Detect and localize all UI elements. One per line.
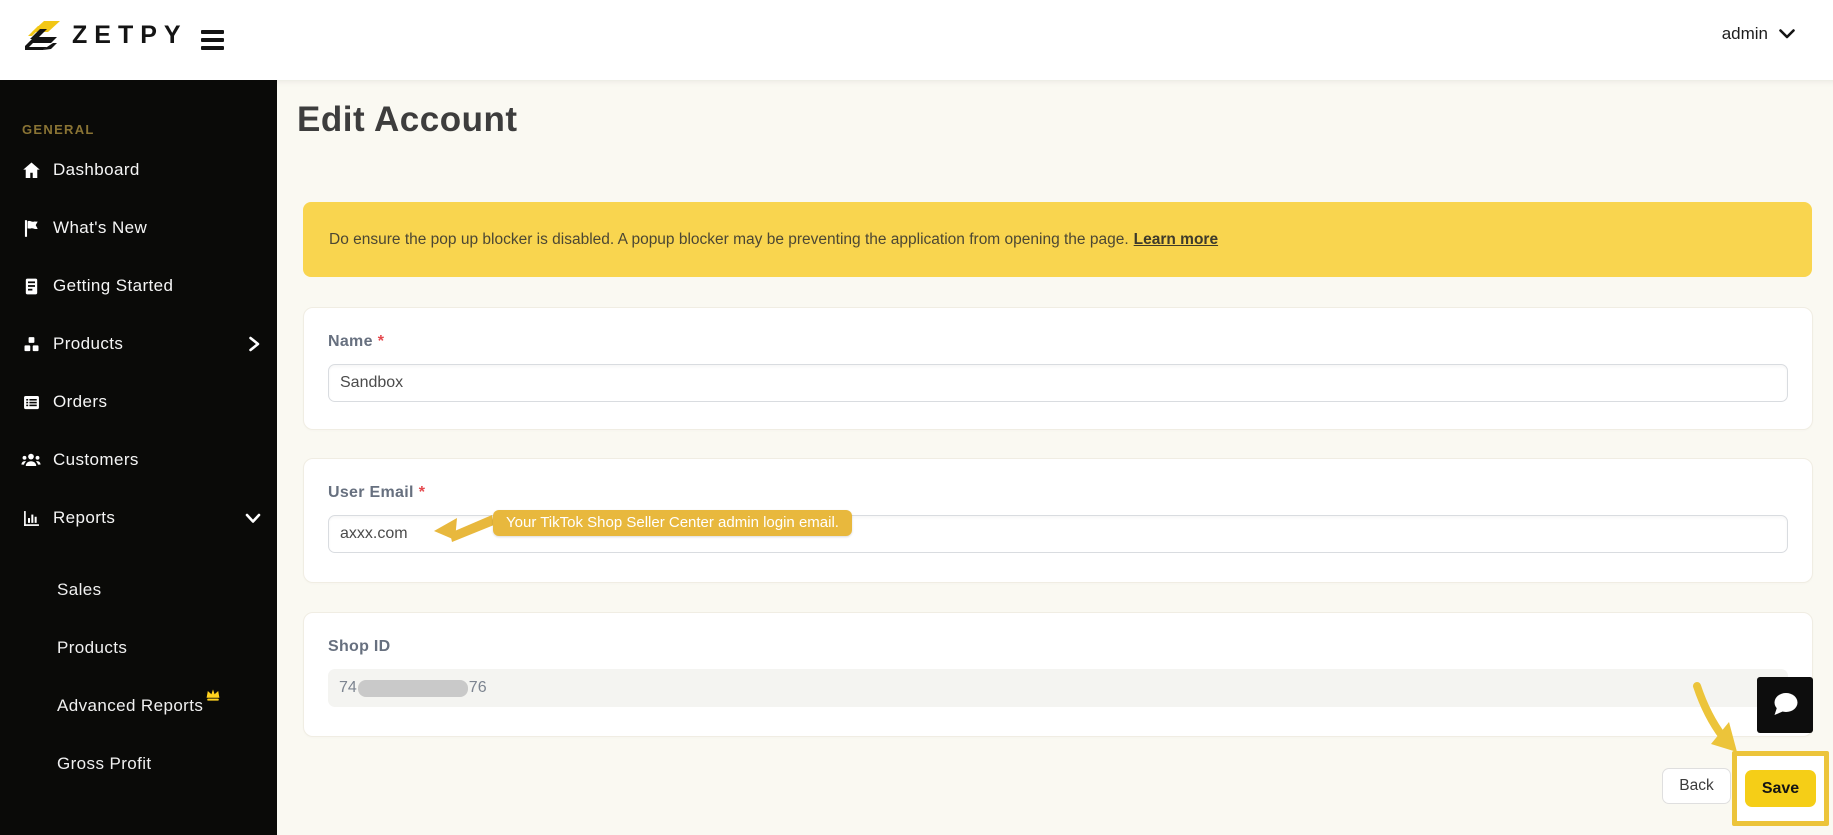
brand-name: ZETPY	[72, 21, 188, 50]
sidebar-subitem-sales[interactable]: Sales	[0, 561, 277, 619]
sidebar-reports-submenu: Sales Products Advanced Reports Gross Pr…	[0, 561, 277, 793]
sidebar-section-label: GENERAL	[22, 122, 277, 137]
chevron-down-icon	[1779, 29, 1795, 39]
sidebar-item-label: What's New	[53, 218, 147, 238]
shop-id-card: Shop ID 74 76	[303, 612, 1813, 737]
sidebar-subitem-gross-profit[interactable]: Gross Profit	[0, 735, 277, 793]
sidebar-item-label: Dashboard	[53, 160, 140, 180]
sidebar-item-dashboard[interactable]: Dashboard	[0, 141, 277, 199]
sidebar-subitem-label: Advanced Reports	[57, 696, 203, 716]
list-icon	[20, 391, 42, 413]
banner-text: Do ensure the pop up blocker is disabled…	[329, 231, 1129, 249]
home-icon	[20, 159, 42, 181]
zetpy-logo-icon	[23, 20, 63, 51]
save-button[interactable]: Save	[1745, 770, 1816, 807]
boxes-icon	[20, 333, 42, 355]
shop-id-suffix: 76	[469, 679, 487, 697]
user-email-card: User Email* Your TikTok Shop Seller Cent…	[303, 458, 1813, 583]
sidebar-item-whats-new[interactable]: What's New	[0, 199, 277, 257]
sidebar-subitem-label: Products	[57, 638, 127, 658]
main-content: Edit Account Do ensure the pop up blocke…	[277, 80, 1833, 835]
user-menu-label: admin	[1722, 24, 1768, 44]
chat-widget-button[interactable]	[1757, 677, 1813, 733]
sidebar-item-label: Reports	[53, 508, 115, 528]
tooltip-arrow-icon	[430, 504, 496, 551]
sidebar-item-label: Getting Started	[53, 276, 173, 296]
chevron-down-icon	[245, 512, 261, 524]
sidebar-item-label: Customers	[53, 450, 139, 470]
shop-id-redaction	[358, 680, 468, 697]
sidebar-item-label: Products	[53, 334, 123, 354]
user-menu[interactable]: admin	[1722, 24, 1795, 44]
sidebar-subitem-advanced-reports[interactable]: Advanced Reports	[0, 677, 277, 735]
sidebar-item-products[interactable]: Products	[0, 315, 277, 373]
app-frame: ZETPY admin GENERAL Dashboard	[0, 0, 1833, 835]
sidebar-item-orders[interactable]: Orders	[0, 373, 277, 431]
sidebar-item-getting-started[interactable]: Getting Started	[0, 257, 277, 315]
hamburger-menu-icon[interactable]	[201, 30, 224, 50]
save-highlight-box: Save	[1732, 751, 1829, 826]
shop-id-value: 74 76	[328, 669, 1788, 707]
learn-more-link[interactable]: Learn more	[1134, 231, 1218, 249]
email-tooltip: Your TikTok Shop Seller Center admin log…	[493, 510, 852, 536]
name-input[interactable]	[328, 364, 1788, 402]
sidebar-subitem-products[interactable]: Products	[0, 619, 277, 677]
back-button[interactable]: Back	[1662, 768, 1731, 804]
sidebar-subitem-label: Gross Profit	[57, 754, 152, 774]
popup-blocker-banner: Do ensure the pop up blocker is disabled…	[303, 202, 1812, 277]
required-asterisk: *	[419, 484, 426, 501]
crown-icon	[205, 687, 221, 707]
page-title: Edit Account	[297, 100, 518, 140]
sidebar-item-reports[interactable]: Reports	[0, 489, 277, 547]
sidebar-item-label: Orders	[53, 392, 107, 412]
brand-logo[interactable]: ZETPY	[23, 20, 188, 51]
sidebar-nav: Dashboard What's New Getting Started Pro…	[0, 141, 277, 793]
document-icon	[20, 275, 42, 297]
flag-icon	[20, 217, 42, 239]
shop-id-prefix: 74	[339, 679, 357, 697]
users-icon	[20, 449, 42, 471]
sidebar-subitem-label: Sales	[57, 580, 102, 600]
chevron-right-icon	[247, 336, 261, 352]
name-label: Name*	[328, 333, 1788, 351]
sidebar-item-customers[interactable]: Customers	[0, 431, 277, 489]
bar-chart-icon	[20, 507, 42, 529]
shop-id-label: Shop ID	[328, 638, 1788, 656]
sidebar: GENERAL Dashboard What's New Getting Sta…	[0, 80, 277, 835]
chat-bubble-icon	[1768, 689, 1802, 721]
name-card: Name*	[303, 307, 1813, 430]
user-email-label: User Email*	[328, 484, 1788, 502]
top-header: ZETPY admin	[0, 0, 1833, 80]
required-asterisk: *	[378, 333, 385, 350]
